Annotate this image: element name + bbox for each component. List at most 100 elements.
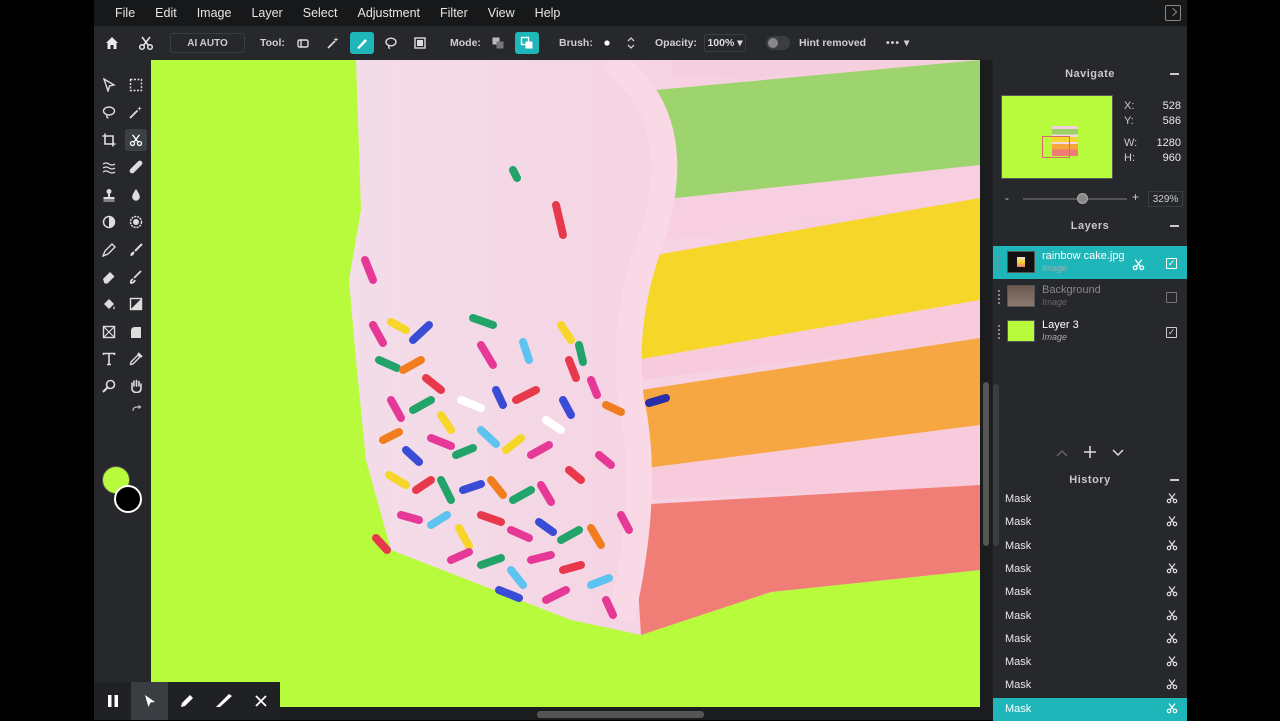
move-layer-up-icon[interactable] <box>1055 445 1069 463</box>
stamp-tool-icon[interactable] <box>125 321 147 343</box>
menu-image[interactable]: Image <box>197 6 232 20</box>
drag-handle-icon[interactable] <box>998 325 1001 339</box>
background-color-swatch[interactable] <box>114 485 142 513</box>
pointer-button[interactable] <box>131 682 169 720</box>
hand-tool-icon[interactable] <box>125 375 147 397</box>
swap-colors-icon[interactable] <box>130 404 144 418</box>
more-options-icon[interactable]: ••• ▾ <box>886 37 910 49</box>
history-item[interactable]: Mask <box>993 674 1187 697</box>
layer-thumbnail <box>1007 285 1035 307</box>
h-label: H: <box>1124 152 1135 164</box>
layer-visibility-checkbox[interactable]: ✓ <box>1166 258 1177 269</box>
menu-edit[interactable]: Edit <box>155 6 177 20</box>
lasso-tool-icon[interactable] <box>98 101 120 123</box>
eraser-tool-icon[interactable] <box>98 266 120 288</box>
zoom-slider-handle[interactable] <box>1077 193 1088 204</box>
navigator-viewport-rect[interactable] <box>1042 136 1070 158</box>
zoom-slider[interactable] <box>1023 198 1127 200</box>
mask-scissors-icon[interactable] <box>1132 258 1145 273</box>
pen-button[interactable] <box>168 682 205 720</box>
horizontal-scroll-thumb[interactable] <box>537 711 704 718</box>
healing-tool-icon[interactable] <box>125 156 147 178</box>
layer-item-rainbow-cake[interactable]: rainbow cake.jpg Image ✓ <box>993 246 1187 279</box>
brush-size-dot-icon[interactable] <box>597 33 617 53</box>
pause-button[interactable] <box>94 682 131 720</box>
scissors-icon[interactable] <box>136 33 156 53</box>
pen-tool-icon[interactable] <box>98 239 120 261</box>
layer-visibility-checkbox[interactable]: ✓ <box>1166 327 1177 338</box>
hint-removed-toggle[interactable] <box>766 36 790 50</box>
history-item[interactable]: Mask <box>993 605 1187 628</box>
history-item[interactable]: Mask <box>993 535 1187 558</box>
image-canvas[interactable] <box>151 60 980 707</box>
panel-scrollbar[interactable] <box>993 384 999 546</box>
liquify-tool-icon[interactable] <box>98 156 120 178</box>
layer-item-layer-3[interactable]: Layer 3 Image ✓ <box>993 315 1187 348</box>
history-item-label: Mask <box>1005 586 1032 599</box>
mode-add-icon[interactable] <box>515 32 539 54</box>
move-tool-icon[interactable] <box>98 74 120 96</box>
drag-handle-icon[interactable] <box>998 290 1001 304</box>
vertical-scroll-thumb[interactable] <box>983 382 989 546</box>
collapse-history-icon[interactable] <box>1170 479 1179 481</box>
home-icon[interactable] <box>102 33 122 53</box>
text-tool-icon[interactable] <box>98 348 120 370</box>
tool-lasso-icon[interactable] <box>381 33 401 53</box>
zoom-value[interactable]: 329% <box>1148 191 1183 207</box>
mode-label: Mode: <box>450 37 481 49</box>
menu-select[interactable]: Select <box>303 6 338 20</box>
menu-filter[interactable]: Filter <box>440 6 468 20</box>
menu-help[interactable]: Help <box>535 6 561 20</box>
layer-controls <box>993 445 1187 463</box>
clone-stamp-tool-icon[interactable] <box>98 184 120 206</box>
move-layer-down-icon[interactable] <box>1111 445 1125 463</box>
drag-handle-icon[interactable] <box>998 256 1001 270</box>
mode-subtract-icon[interactable] <box>488 33 508 53</box>
layer-item-background[interactable]: Background Image <box>993 280 1187 313</box>
history-item[interactable]: Mask <box>993 488 1187 511</box>
history-item[interactable]: Mask <box>993 581 1187 604</box>
blur-tool-icon[interactable] <box>125 184 147 206</box>
brush-tool-icon[interactable] <box>125 239 147 261</box>
ai-auto-button[interactable]: AI AUTO <box>170 33 245 53</box>
layer-visibility-checkbox[interactable] <box>1166 292 1177 303</box>
opacity-select[interactable]: 100% ▾ <box>704 34 746 52</box>
history-item[interactable]: Mask <box>993 697 1187 721</box>
crop-tool-icon[interactable] <box>98 129 120 151</box>
zoom-in-button[interactable]: + <box>1132 190 1139 204</box>
navigator-thumbnail[interactable] <box>1001 95 1113 179</box>
history-item[interactable]: Mask <box>993 511 1187 534</box>
shape-tool-icon[interactable] <box>98 321 120 343</box>
magic-wand-tool-icon[interactable] <box>125 101 147 123</box>
close-icon[interactable] <box>243 682 280 720</box>
history-item[interactable]: Mask <box>993 651 1187 674</box>
zoom-out-button[interactable]: - <box>1005 191 1009 205</box>
history-item[interactable]: Mask <box>993 558 1187 581</box>
zoom-tool-icon[interactable] <box>98 375 120 397</box>
canvas-vertical-scrollbar[interactable] <box>980 60 992 707</box>
menu-file[interactable]: File <box>115 6 135 20</box>
tool-eraser-icon[interactable] <box>293 33 313 53</box>
history-item[interactable]: Mask <box>993 628 1187 651</box>
menu-view[interactable]: View <box>488 6 515 20</box>
menu-layer[interactable]: Layer <box>251 6 282 20</box>
smudge-tool-icon[interactable] <box>125 266 147 288</box>
menu-adjustment[interactable]: Adjustment <box>357 6 420 20</box>
dodge-tool-icon[interactable] <box>98 211 120 233</box>
paint-bucket-tool-icon[interactable] <box>98 293 120 315</box>
collapse-navigate-icon[interactable] <box>1170 73 1179 75</box>
cutout-tool-icon[interactable] <box>125 129 147 151</box>
highlighter-button[interactable] <box>206 682 243 720</box>
marquee-tool-icon[interactable] <box>125 74 147 96</box>
collapse-layers-icon[interactable] <box>1170 225 1179 227</box>
history-item-label: Mask <box>1005 539 1032 552</box>
collapse-panel-icon[interactable] <box>1165 5 1181 21</box>
add-layer-icon[interactable] <box>1083 445 1097 463</box>
tool-rect-icon[interactable] <box>410 33 430 53</box>
brush-size-stepper-icon[interactable] <box>621 33 641 53</box>
sponge-tool-icon[interactable] <box>125 211 147 233</box>
tool-magic-wand-icon[interactable] <box>323 33 343 53</box>
eyedropper-tool-icon[interactable] <box>125 348 147 370</box>
gradient-tool-icon[interactable] <box>125 293 147 315</box>
tool-brush-icon[interactable] <box>350 32 374 54</box>
